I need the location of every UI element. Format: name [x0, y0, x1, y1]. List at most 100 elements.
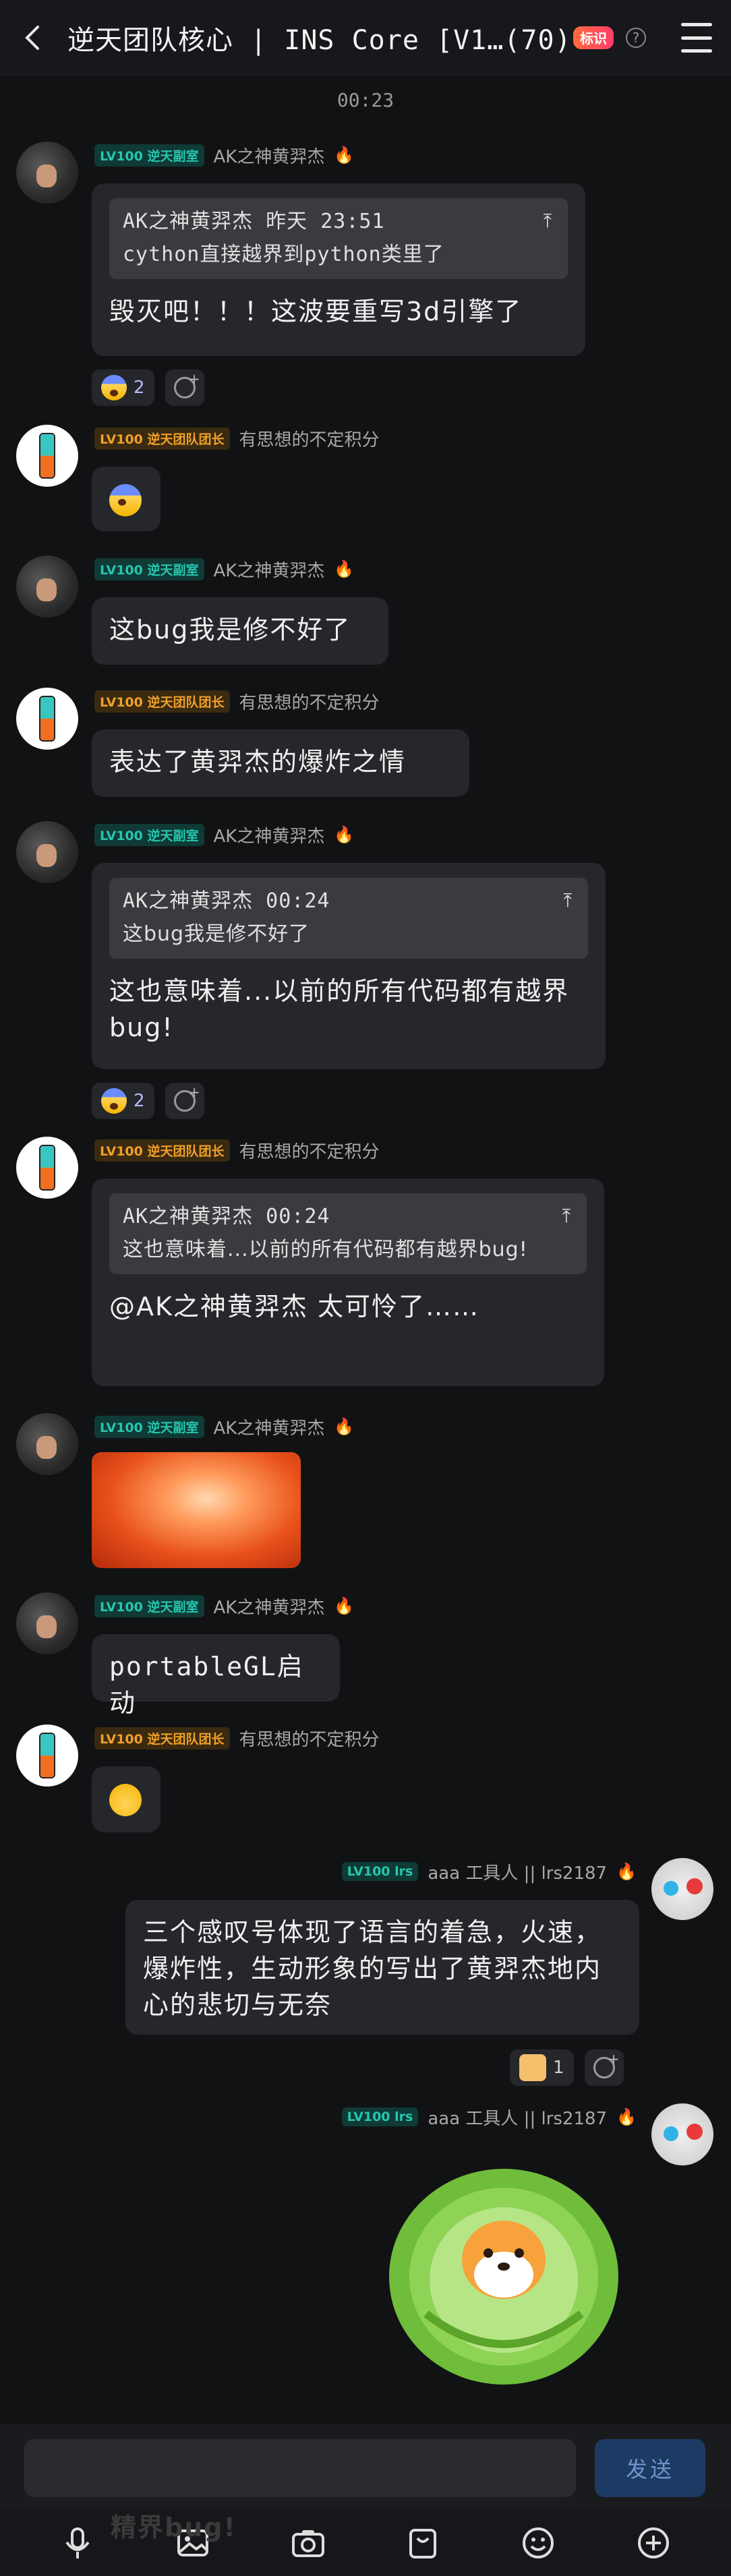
sender-name[interactable]: 有思想的不定积分 — [239, 1138, 380, 1163]
fire-icon: 🔥 — [334, 825, 355, 844]
level-badge: LV100 逆天副室 — [94, 1594, 204, 1617]
menu-icon[interactable] — [681, 23, 712, 53]
level-badge: LV100 逆天团队团长 — [94, 690, 230, 713]
quote-block[interactable]: AK之神黄羿杰 00:24 这也意味着...以前的所有代码都有越界bug! ⤒ — [109, 1193, 587, 1274]
help-icon[interactable]: ? — [626, 27, 646, 48]
scared-face-icon — [101, 1088, 127, 1114]
level-badge: LV100 逆天团队团长 — [94, 1139, 230, 1162]
input-bar: 发送 — [0, 2424, 731, 2509]
fire-icon: 🔥 — [334, 1596, 355, 1615]
plus-icon[interactable] — [633, 2523, 674, 2563]
message-bubble[interactable]: AK之神黄羿杰 00:24 这也意味着...以前的所有代码都有越界bug! ⤒ … — [92, 1178, 604, 1386]
message-meta: LV100 逆天副室 AK之神黄羿杰 🔥 — [94, 557, 355, 582]
avatar[interactable] — [651, 1858, 713, 1920]
avatar[interactable] — [16, 142, 78, 204]
bag-icon[interactable] — [403, 2523, 443, 2563]
jump-up-icon[interactable]: ⤒ — [562, 1203, 572, 1230]
quote-text: cython直接越界到python类里了 — [123, 242, 444, 266]
message-text: 毁灭吧！！！这波要重写3d引擎了 — [109, 296, 523, 326]
quote-block[interactable]: AK之神黄羿杰 昨天 23:51 cython直接越界到python类里了 ⤒ — [109, 198, 568, 279]
sender-name[interactable]: AK之神黄羿杰 — [214, 1594, 325, 1619]
message-text: 表达了黄羿杰的爆炸之情 — [109, 747, 407, 777]
reaction-chip[interactable]: 2 — [92, 369, 154, 406]
group-badge: 标识 — [573, 26, 614, 49]
sender-name[interactable]: AK之神黄羿杰 — [214, 822, 325, 847]
level-badge: LV100 逆天副室 — [94, 823, 204, 846]
message-meta: LV100 逆天团队团长 有思想的不定积分 — [94, 689, 380, 714]
quote-block[interactable]: AK之神黄羿杰 00:24 这bug我是修不好了 ⤒ — [109, 878, 588, 959]
reaction-chip[interactable]: 2 — [92, 1083, 154, 1119]
sender-name[interactable]: aaa 工具人 || lrs2187 — [428, 1859, 607, 1884]
message-bubble[interactable]: AK之神黄羿杰 昨天 23:51 cython直接越界到python类里了 ⤒ … — [92, 183, 585, 356]
avatar[interactable] — [16, 821, 78, 883]
message-meta: LV100 逆天副室 AK之神黄羿杰 🔥 — [94, 143, 355, 168]
chat-title[interactable]: 逆天团队核心 | INS Core [V1…(70) — [67, 18, 566, 57]
add-emoji-icon — [173, 371, 200, 398]
avatar[interactable] — [16, 688, 78, 750]
avatar[interactable] — [16, 556, 78, 618]
avatar[interactable] — [16, 1725, 78, 1787]
send-button[interactable]: 发送 — [595, 2439, 705, 2497]
sender-name[interactable]: 有思想的不定积分 — [239, 689, 380, 714]
sender-name[interactable]: aaa 工具人 || lrs2187 — [428, 2105, 607, 2130]
quote-header: AK之神黄羿杰 00:24 — [123, 1205, 330, 1228]
add-reaction-button[interactable] — [165, 369, 204, 406]
jump-up-icon[interactable]: ⤒ — [544, 208, 553, 235]
fire-icon: 🔥 — [334, 1417, 355, 1436]
add-reaction-button[interactable] — [584, 2049, 624, 2086]
message-bubble[interactable]: 这bug我是修不好了 — [92, 597, 388, 665]
level-badge: LV100 lrs — [341, 1862, 419, 1881]
chat-header: 逆天团队核心 | INS Core [V1…(70) 标识 ? — [0, 0, 731, 76]
message-bubble[interactable]: 表达了黄羿杰的爆炸之情 — [92, 729, 469, 797]
image-message[interactable] — [92, 1452, 301, 1568]
message-bubble[interactable]: AK之神黄羿杰 00:24 这bug我是修不好了 ⤒ 这也意味着...以前的所有… — [92, 863, 606, 1069]
cabbage-dog-sticker[interactable] — [386, 2159, 622, 2388]
quote-text: 这也意味着...以前的所有代码都有越界bug! — [123, 1237, 528, 1261]
add-reaction-button[interactable] — [165, 1083, 204, 1119]
emoji-icon[interactable] — [518, 2523, 558, 2563]
sender-name[interactable]: AK之神黄羿杰 — [214, 557, 325, 582]
camera-icon[interactable] — [288, 2523, 328, 2563]
message-text: 这也意味着...以前的所有代码都有越界bug! — [109, 976, 570, 1042]
message-text: 这bug我是修不好了 — [109, 615, 351, 645]
fire-icon: 🔥 — [616, 1862, 637, 1881]
message-meta: LV100 逆天副室 AK之神黄羿杰 🔥 — [94, 1594, 355, 1619]
back-arrow-icon — [25, 25, 39, 50]
level-badge: LV100 lrs — [341, 2107, 419, 2126]
add-emoji-icon — [593, 2051, 620, 2078]
sender-name[interactable]: 有思想的不定积分 — [239, 426, 380, 451]
jump-up-icon[interactable]: ⤒ — [564, 887, 573, 914]
fire-icon: 🔥 — [334, 560, 355, 578]
message-meta: LV100 lrs aaa 工具人 || lrs2187 🔥 — [289, 1859, 637, 1884]
level-badge: LV100 逆天团队团长 — [94, 1727, 230, 1749]
fire-icon: 🔥 — [334, 146, 355, 164]
sender-name[interactable]: 有思想的不定积分 — [239, 1726, 380, 1751]
message-meta: LV100 逆天团队团长 有思想的不定积分 — [94, 1726, 380, 1751]
thumbs-up-icon — [519, 2054, 546, 2081]
level-badge: LV100 逆天副室 — [94, 144, 204, 167]
avatar[interactable] — [16, 1413, 78, 1475]
sender-name[interactable]: AK之神黄羿杰 — [214, 143, 325, 168]
avatar[interactable] — [16, 1592, 78, 1654]
back-button[interactable] — [0, 0, 67, 76]
sender-name[interactable]: AK之神黄羿杰 — [214, 1414, 325, 1439]
mic-icon[interactable] — [57, 2523, 98, 2563]
avatar[interactable] — [651, 2103, 713, 2165]
reactions: 1 — [510, 2049, 624, 2086]
message-bubble[interactable]: 三个感叹号体现了语言的着急，火速，爆炸性，生动形象的写出了黄羿杰地内心的悲切与无… — [125, 1900, 639, 2035]
reactions: 2 — [92, 369, 204, 406]
emoji-bubble[interactable] — [92, 467, 160, 531]
level-badge: LV100 逆天团队团长 — [94, 427, 230, 450]
avatar[interactable] — [16, 1137, 78, 1199]
avatar[interactable] — [16, 425, 78, 487]
emoji-bubble[interactable] — [92, 1766, 160, 1832]
time-separator: 00:23 — [337, 89, 394, 111]
message-input[interactable] — [24, 2439, 576, 2497]
message-bubble[interactable]: portableGL启动 — [92, 1634, 340, 1718]
scared-face-icon — [109, 484, 142, 516]
level-badge: LV100 逆天副室 — [94, 1415, 204, 1438]
scared-face-icon — [101, 375, 127, 400]
level-badge: LV100 逆天副室 — [94, 558, 204, 580]
reaction-chip[interactable]: 1 — [510, 2049, 574, 2086]
fire-icon: 🔥 — [616, 2107, 637, 2126]
